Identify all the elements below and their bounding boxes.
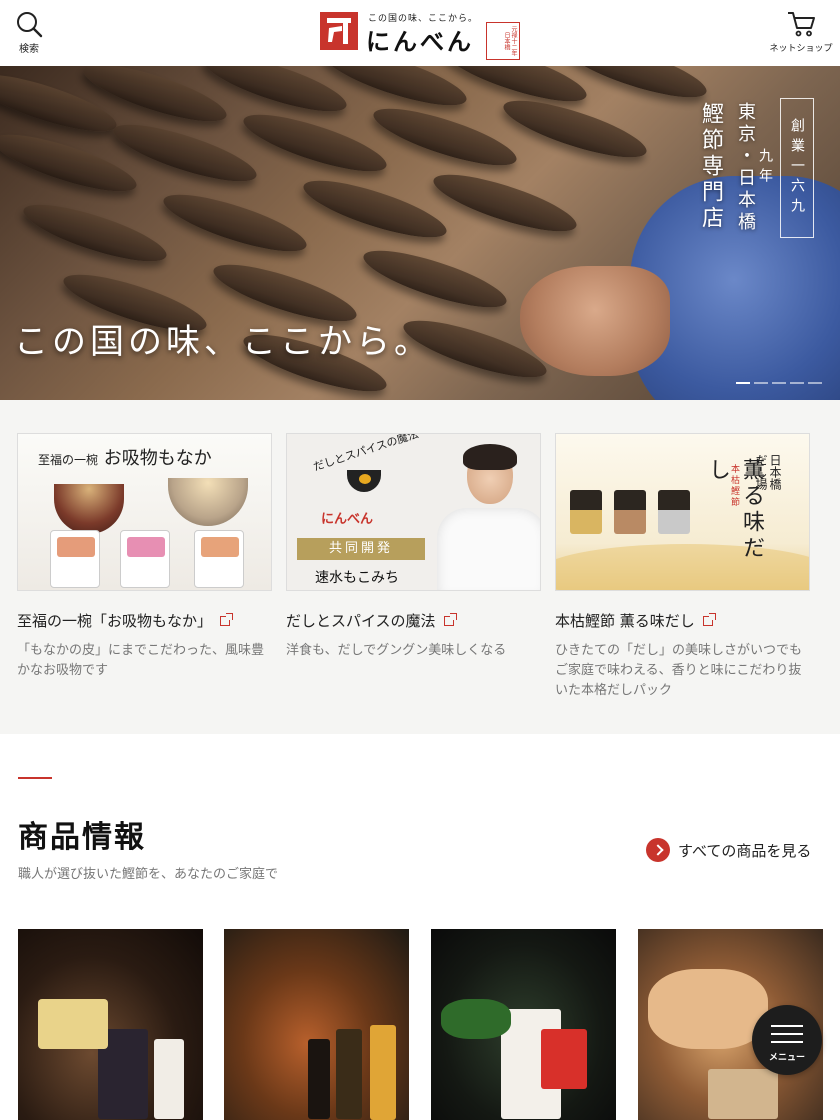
hero-headline: この国の味、ここから。 [14, 322, 432, 362]
feature-card-monaka[interactable]: 至福の一椀 お吸物もなか 至福の一椀「お吸物もなか」 「もなかの皮」にまでこだわ… [17, 433, 272, 681]
hero-katsuobushi [368, 97, 522, 177]
feature-description: 「もなかの皮」にまでこだわった、風味豊かなお吸物です [17, 643, 265, 678]
dashi-swoosh [556, 544, 809, 590]
external-link-icon [702, 612, 716, 626]
dashi-pack [570, 490, 602, 534]
section-accent-rule [18, 777, 52, 779]
product-bottle [154, 1039, 184, 1119]
dashi-pack [658, 490, 690, 534]
kezuriki-box [708, 1069, 778, 1119]
product-package [194, 530, 244, 588]
feature-image-band: 共同開発 [297, 538, 425, 560]
chevron-right-icon [646, 838, 670, 862]
feature-image-brand: にんべん [321, 512, 374, 527]
external-link-icon [443, 612, 457, 626]
site-header: 検索 この国の味、ここから。 にんべん 元禄十二年 日本橋 ネットショップ [0, 0, 840, 66]
feature-description: ひきたての「だし」の美味しさがいつでもご家庭で味わえる、香りと味にこだわり抜いた… [555, 643, 803, 698]
product-bottle [336, 1029, 362, 1119]
product-package [120, 530, 170, 588]
hero-hand [520, 266, 670, 376]
product-card[interactable] [431, 929, 616, 1120]
see-all-products-link[interactable]: すべての商品を見る [646, 838, 811, 862]
hero-katsuobushi [298, 169, 452, 249]
feature-banners: 至福の一椀 お吸物もなか 至福の一椀「お吸物もなか」 「もなかの皮」にまでこだわ… [0, 400, 840, 734]
logo-mark-icon [320, 12, 358, 50]
food-item [441, 999, 511, 1039]
hero-since-box: 創業一六九九年 [757, 98, 814, 238]
hero-dot[interactable] [790, 382, 804, 384]
hero-pagination [736, 382, 822, 384]
collaborator-portrait [437, 444, 540, 590]
product-bottle [370, 1025, 396, 1120]
feature-image-small: 本枯鰹節 [729, 464, 739, 508]
feature-title: 至福の一椀「お吸物もなか」 [17, 610, 272, 631]
hero-slider[interactable]: この国の味、ここから。 鰹節専門店 東京・日本橋 創業一六九九年 [0, 66, 840, 400]
hamburger-icon [771, 1025, 803, 1049]
feature-title: 本枯鰹節 薫る味だし [555, 610, 810, 631]
search-icon [17, 12, 43, 38]
cart-icon [788, 12, 815, 37]
feature-image-shop: 日本橋だし場 [754, 454, 782, 490]
soup-bowl [54, 484, 124, 534]
site-logo[interactable]: この国の味、ここから。 にんべん 元禄十二年 日本橋 [320, 8, 522, 60]
see-all-label: すべての商品を見る [678, 841, 812, 860]
soup-bowl [168, 478, 248, 526]
hero-vertical-main: 鰹節専門店 [698, 102, 723, 232]
hero-dot[interactable] [772, 382, 786, 384]
feature-image-dashi: 薫る味だし 本枯鰹節 日本橋だし場 [555, 433, 810, 591]
external-link-icon [220, 612, 234, 626]
product-card[interactable] [224, 929, 409, 1120]
logo-seal: 元禄十二年 日本橋 [486, 22, 520, 60]
feature-image-spice: だしとスパイスの魔法 にんべん 共同開発 速水もこみち [286, 433, 541, 591]
product-bottle [308, 1039, 330, 1119]
feature-image-monaka: 至福の一椀 お吸物もなか [17, 433, 272, 591]
hero-dot[interactable] [754, 382, 768, 384]
hero-katsuobushi [18, 193, 172, 273]
net-shop-button[interactable]: ネットショップ [768, 10, 834, 54]
feature-image-headline: 至福の一椀 お吸物もなか [38, 448, 212, 469]
hero-katsuobushi [158, 183, 312, 263]
hero-dot[interactable] [736, 382, 750, 384]
product-package [50, 530, 100, 588]
net-shop-label: ネットショップ [769, 44, 833, 54]
hero-vertical-sub: 東京・日本橋 [735, 102, 756, 234]
search-label: 検索 [19, 44, 39, 55]
feature-card-dashi[interactable]: 薫る味だし 本枯鰹節 日本橋だし場 本枯鰹節 薫る味だし ひきたての「だし」の美… [555, 433, 810, 701]
feature-image-arc-text: だしとスパイスの魔法 [311, 433, 421, 474]
product-package [541, 1029, 587, 1089]
hero-katsuobushi [238, 103, 392, 183]
feature-description: 洋食も、だしでグングン美味しくなる [286, 643, 507, 658]
hero-katsuobushi [358, 239, 512, 319]
feature-card-spice[interactable]: だしとスパイスの魔法 にんべん 共同開発 速水もこみち だしとスパイスの魔法 洋… [286, 433, 541, 661]
dashi-pack [614, 490, 646, 534]
dashi-drop [359, 474, 371, 484]
feature-title: だしとスパイスの魔法 [286, 610, 541, 631]
menu-button[interactable]: メニュー [752, 1005, 822, 1075]
menu-label: メニュー [768, 1053, 805, 1063]
section-title: 商品情報 [18, 820, 146, 855]
logo-wordmark: にんべん [366, 28, 474, 56]
food-item [648, 969, 768, 1049]
hero-dot[interactable] [808, 382, 822, 384]
section-subtitle: 職人が選び抜いた鰹節を、あなたのご家庭で [18, 867, 279, 882]
search-button[interactable]: 検索 [12, 10, 46, 55]
hero-katsuobushi [428, 163, 582, 243]
hero-katsuobushi [498, 89, 652, 169]
food-item [38, 999, 108, 1049]
product-card[interactable] [18, 929, 203, 1120]
feature-image-name: 速水もこみち [315, 570, 399, 586]
